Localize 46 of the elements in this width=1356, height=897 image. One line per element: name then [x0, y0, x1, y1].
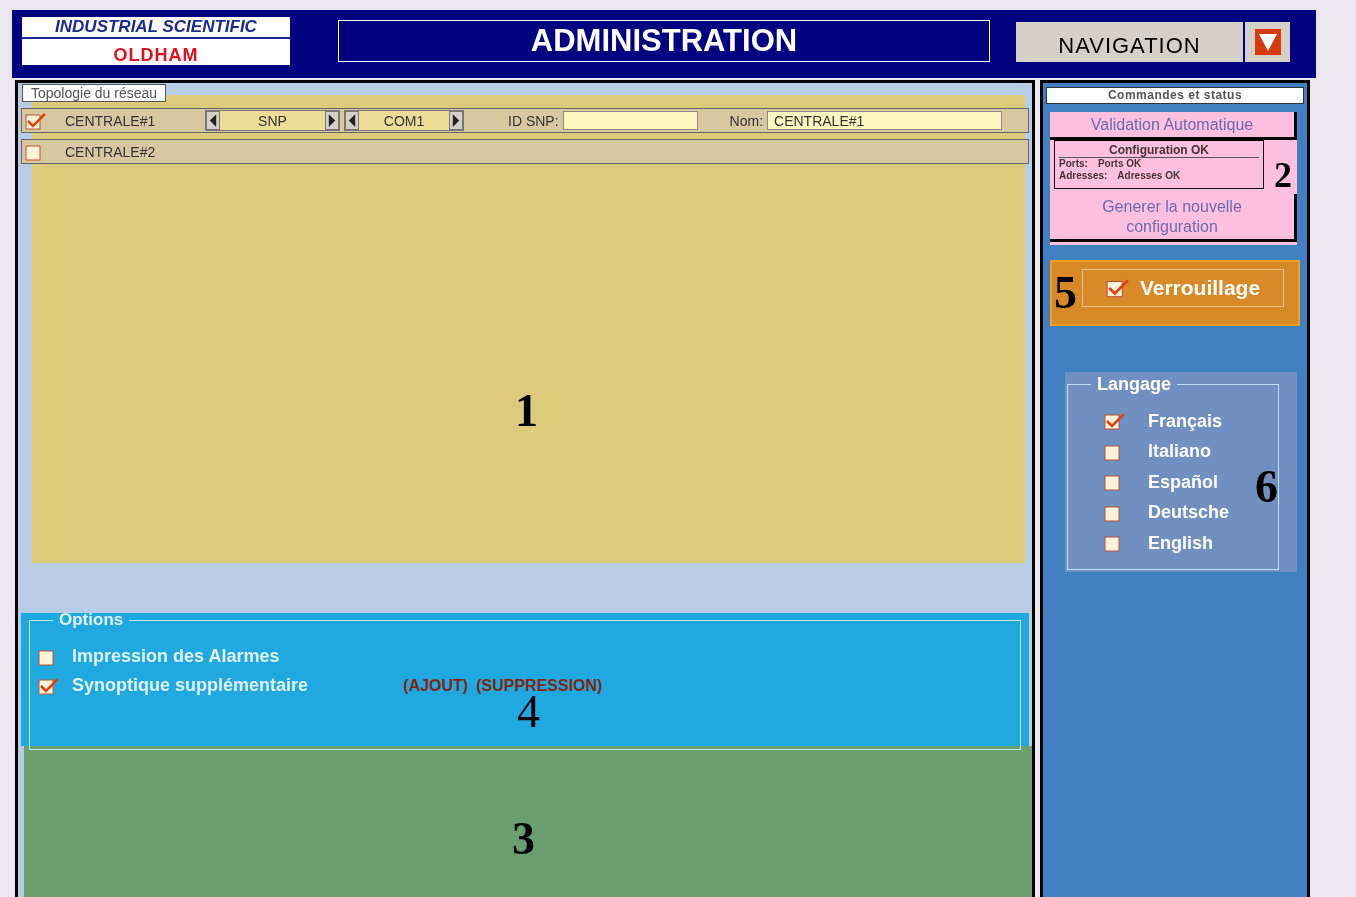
page-title: ADMINISTRATION: [338, 20, 990, 62]
checked-checkbox[interactable]: [25, 111, 47, 130]
field-label: ID SNP:: [508, 112, 559, 129]
link[interactable]: (SUPPRESSION): [475, 676, 603, 695]
zone-number: 1: [515, 388, 538, 434]
status-value: Adresses OK: [1117, 170, 1181, 181]
link[interactable]: (AJOUT): [403, 676, 468, 695]
logo-text: OLDHAM: [113, 45, 199, 65]
checked-checkbox[interactable]: [1105, 278, 1130, 298]
checked-checkbox[interactable]: [1104, 412, 1126, 431]
field-label: Nom:: [729, 112, 764, 129]
validation-button[interactable]: Validation Automatique: [1050, 112, 1297, 140]
station-name: CENTRALE#2: [65, 143, 157, 160]
zone-number: 6: [1255, 464, 1278, 510]
checked-checkbox[interactable]: [38, 676, 60, 695]
section-title: Topologie du réseau: [22, 84, 167, 102]
caret-icon: [1254, 29, 1281, 55]
status-label: Adresses:: [1059, 170, 1108, 181]
zone-number: 3: [512, 816, 535, 862]
zone-number: 5: [1054, 270, 1077, 316]
language-option[interactable]: English: [1148, 532, 1213, 554]
logo-text: INDUSTRIAL SCIENTIFIC: [22, 17, 290, 39]
input-field[interactable]: [562, 111, 698, 130]
section-title: Commandes et status: [1046, 87, 1304, 104]
left-arrow-icon[interactable]: [345, 111, 359, 130]
section-title: Options: [58, 610, 125, 630]
right-arrow-icon[interactable]: [325, 111, 339, 130]
input-field[interactable]: CENTRALE#1: [767, 111, 1003, 130]
status-value: Ports OK: [1097, 158, 1142, 169]
language-option[interactable]: Deutsche: [1148, 502, 1230, 524]
generate-button[interactable]: Generer la nouvelle configuration: [1050, 194, 1297, 242]
station-name: CENTRALE#1: [65, 112, 157, 129]
left-arrow-icon[interactable]: [206, 111, 220, 130]
status-text: Configuration OK: [1059, 143, 1259, 158]
option-label: Impression des Alarmes: [72, 646, 280, 667]
status-label: Ports:: [1059, 158, 1088, 169]
dropdown-button[interactable]: [1245, 22, 1290, 62]
zone-number: 2: [1274, 154, 1292, 197]
option-label: Synoptique supplémentaire: [72, 675, 309, 696]
lock-toggle[interactable]: Verrouillage: [1082, 269, 1284, 307]
language-option[interactable]: Français: [1148, 410, 1223, 432]
language-option[interactable]: Italiano: [1148, 441, 1211, 463]
navigation-button[interactable]: NAVIGATION: [1016, 22, 1243, 62]
section-title: Langage: [1096, 374, 1172, 395]
language-option[interactable]: Español: [1148, 471, 1218, 493]
right-arrow-icon[interactable]: [449, 111, 463, 130]
